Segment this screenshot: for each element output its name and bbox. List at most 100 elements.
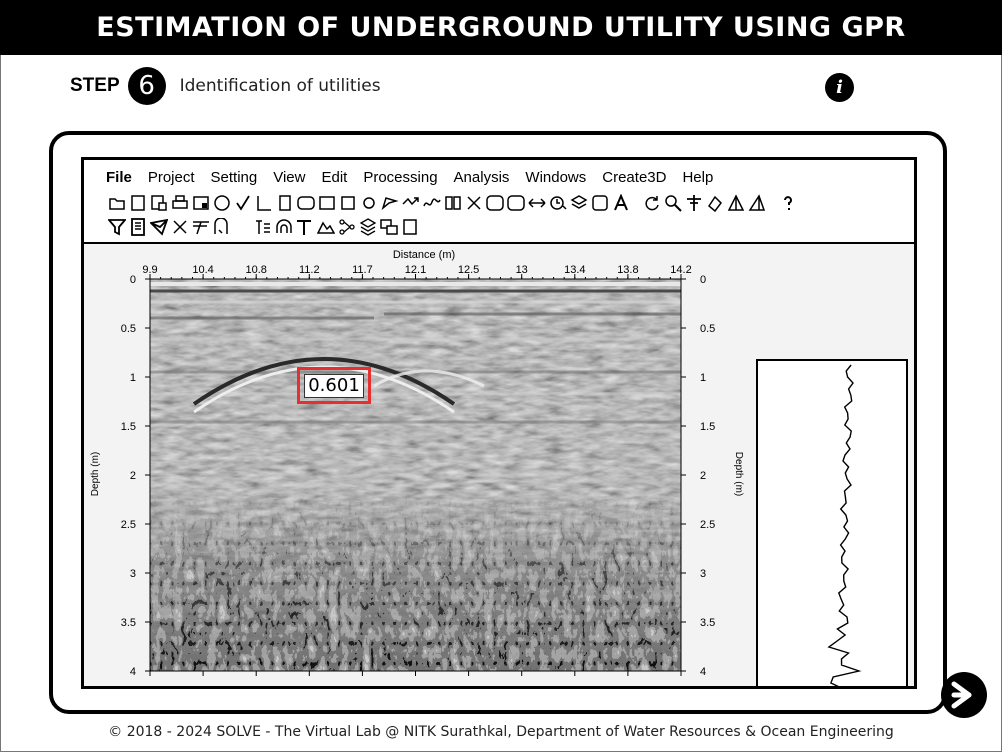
- toolbar-row-2: [108, 215, 908, 239]
- document-icon[interactable]: [129, 218, 147, 236]
- y-tick-label: 2.5: [121, 519, 136, 531]
- pin-icon[interactable]: [685, 194, 703, 212]
- y-tick-label: 3: [700, 568, 706, 580]
- menu-windows[interactable]: Windows: [525, 169, 586, 186]
- y-axis-title-right: Depth (m): [733, 452, 744, 496]
- wave-arrow-icon[interactable]: [402, 194, 420, 212]
- antenna-icon[interactable]: [192, 218, 210, 236]
- depth-measurement-highlight[interactable]: 0.601: [297, 367, 371, 404]
- menu-create3d[interactable]: Create3D: [602, 169, 666, 186]
- menu-project[interactable]: Project: [148, 169, 195, 186]
- envelope-icon[interactable]: [150, 218, 168, 236]
- y-tick-label: 4: [130, 666, 136, 678]
- sail-icon[interactable]: [748, 194, 766, 212]
- y-tick-label: 1: [700, 372, 706, 384]
- columns-icon[interactable]: [444, 194, 462, 212]
- rounded-square-icon[interactable]: [591, 194, 609, 212]
- page-title: ESTIMATION OF UNDERGROUND UTILITY USING …: [0, 0, 1002, 55]
- rounded-box-2-icon[interactable]: [507, 194, 525, 212]
- rotate-icon[interactable]: [643, 194, 661, 212]
- toolbar: [108, 191, 908, 239]
- a-scan-trace-panel: [756, 359, 908, 686]
- export-icon[interactable]: [192, 194, 210, 212]
- menu-setting[interactable]: Setting: [211, 169, 258, 186]
- y-tick-label: 2.5: [700, 519, 715, 531]
- rounded-box-icon[interactable]: [486, 194, 504, 212]
- rect-icon[interactable]: [318, 194, 336, 212]
- zoom-icon[interactable]: [664, 194, 682, 212]
- small-circle-icon[interactable]: [360, 194, 378, 212]
- y-tick-label: 0: [130, 274, 136, 286]
- new-file-icon[interactable]: [129, 194, 147, 212]
- menu-processing[interactable]: Processing: [363, 169, 437, 186]
- clock-icon[interactable]: [549, 194, 567, 212]
- text-a-icon[interactable]: [612, 194, 630, 212]
- check-icon[interactable]: [234, 194, 252, 212]
- signal-icon[interactable]: [423, 194, 441, 212]
- blank-square-icon[interactable]: [401, 218, 419, 236]
- rounded-rect-icon[interactable]: [297, 194, 315, 212]
- list-lines-icon[interactable]: [254, 218, 272, 236]
- windows-stack-icon[interactable]: [380, 218, 398, 236]
- next-step-button[interactable]: [941, 672, 987, 718]
- step-description: Identification of utilities: [179, 76, 381, 96]
- y-tick-label: 0: [700, 274, 706, 286]
- circle-icon[interactable]: [213, 194, 231, 212]
- step-label: STEP: [70, 75, 120, 96]
- arrow-right-icon: [951, 681, 972, 709]
- trace-waveform: [827, 364, 862, 686]
- resize-horizontal-icon[interactable]: [528, 194, 546, 212]
- hammer-icon[interactable]: [296, 218, 314, 236]
- step-header: STEP 6 Identification of utilities: [70, 66, 381, 106]
- close-x-icon[interactable]: [465, 194, 483, 212]
- a-scan-trace: [827, 364, 862, 686]
- print-icon[interactable]: [171, 194, 189, 212]
- save-icon[interactable]: [150, 194, 168, 212]
- radargram-panel: Distance (m) Depth (m) Depth (m) 9.9 10.…: [84, 244, 914, 686]
- mountain-icon[interactable]: [317, 218, 335, 236]
- y-axis-title-left: Depth (m): [90, 452, 101, 496]
- menu-analysis[interactable]: Analysis: [454, 169, 510, 186]
- step-number-badge: 6: [127, 67, 166, 105]
- frame-icon[interactable]: [276, 194, 294, 212]
- menu-bar: File Project Setting View Edit Processin…: [106, 164, 729, 190]
- stack-icon[interactable]: [359, 218, 377, 236]
- menu-edit[interactable]: Edit: [321, 169, 347, 186]
- triangle-icon[interactable]: [727, 194, 745, 212]
- radargram-image: [150, 279, 681, 671]
- gain-curve-icon[interactable]: [213, 218, 231, 236]
- info-icon: i: [836, 77, 843, 98]
- help-question-icon[interactable]: [779, 194, 797, 212]
- y-tick-label: 3: [130, 568, 136, 580]
- network-icon[interactable]: [338, 218, 356, 236]
- menu-view[interactable]: View: [273, 169, 305, 186]
- menu-help[interactable]: Help: [682, 169, 713, 186]
- toolbar-row-1: [108, 191, 908, 215]
- y-tick-label: 2: [700, 470, 706, 482]
- square-icon[interactable]: [339, 194, 357, 212]
- open-folder-icon[interactable]: [108, 194, 126, 212]
- angle-icon[interactable]: [255, 194, 273, 212]
- info-button[interactable]: i: [825, 73, 854, 102]
- footer-credit: © 2018 - 2024 SOLVE - The Virtual Lab @ …: [108, 724, 894, 740]
- y-tick-label: 0.5: [121, 323, 136, 335]
- y-tick-label: 2: [130, 470, 136, 482]
- y-tick-label: 3.5: [700, 617, 715, 629]
- link-icon[interactable]: [706, 194, 724, 212]
- y-tick-label: 0.5: [700, 323, 715, 335]
- x-axis-title: Distance (m): [393, 249, 455, 261]
- arch-icon[interactable]: [275, 218, 293, 236]
- filter-icon[interactable]: [108, 218, 126, 236]
- y-tick-label: 1: [130, 372, 136, 384]
- y-tick-label: 4: [700, 666, 706, 678]
- flag-icon[interactable]: [381, 194, 399, 212]
- layers-icon[interactable]: [570, 194, 588, 212]
- y-tick-label: 1.5: [700, 421, 715, 433]
- gpr-software-window: File Project Setting View Edit Processin…: [81, 157, 917, 689]
- y-tick-label: 3.5: [121, 617, 136, 629]
- menu-file[interactable]: File: [106, 169, 132, 186]
- page-title-text: ESTIMATION OF UNDERGROUND UTILITY USING …: [96, 12, 906, 43]
- depth-measurement-value: 0.601: [304, 373, 364, 398]
- y-tick-label: 1.5: [121, 421, 136, 433]
- delete-x-icon[interactable]: [171, 218, 189, 236]
